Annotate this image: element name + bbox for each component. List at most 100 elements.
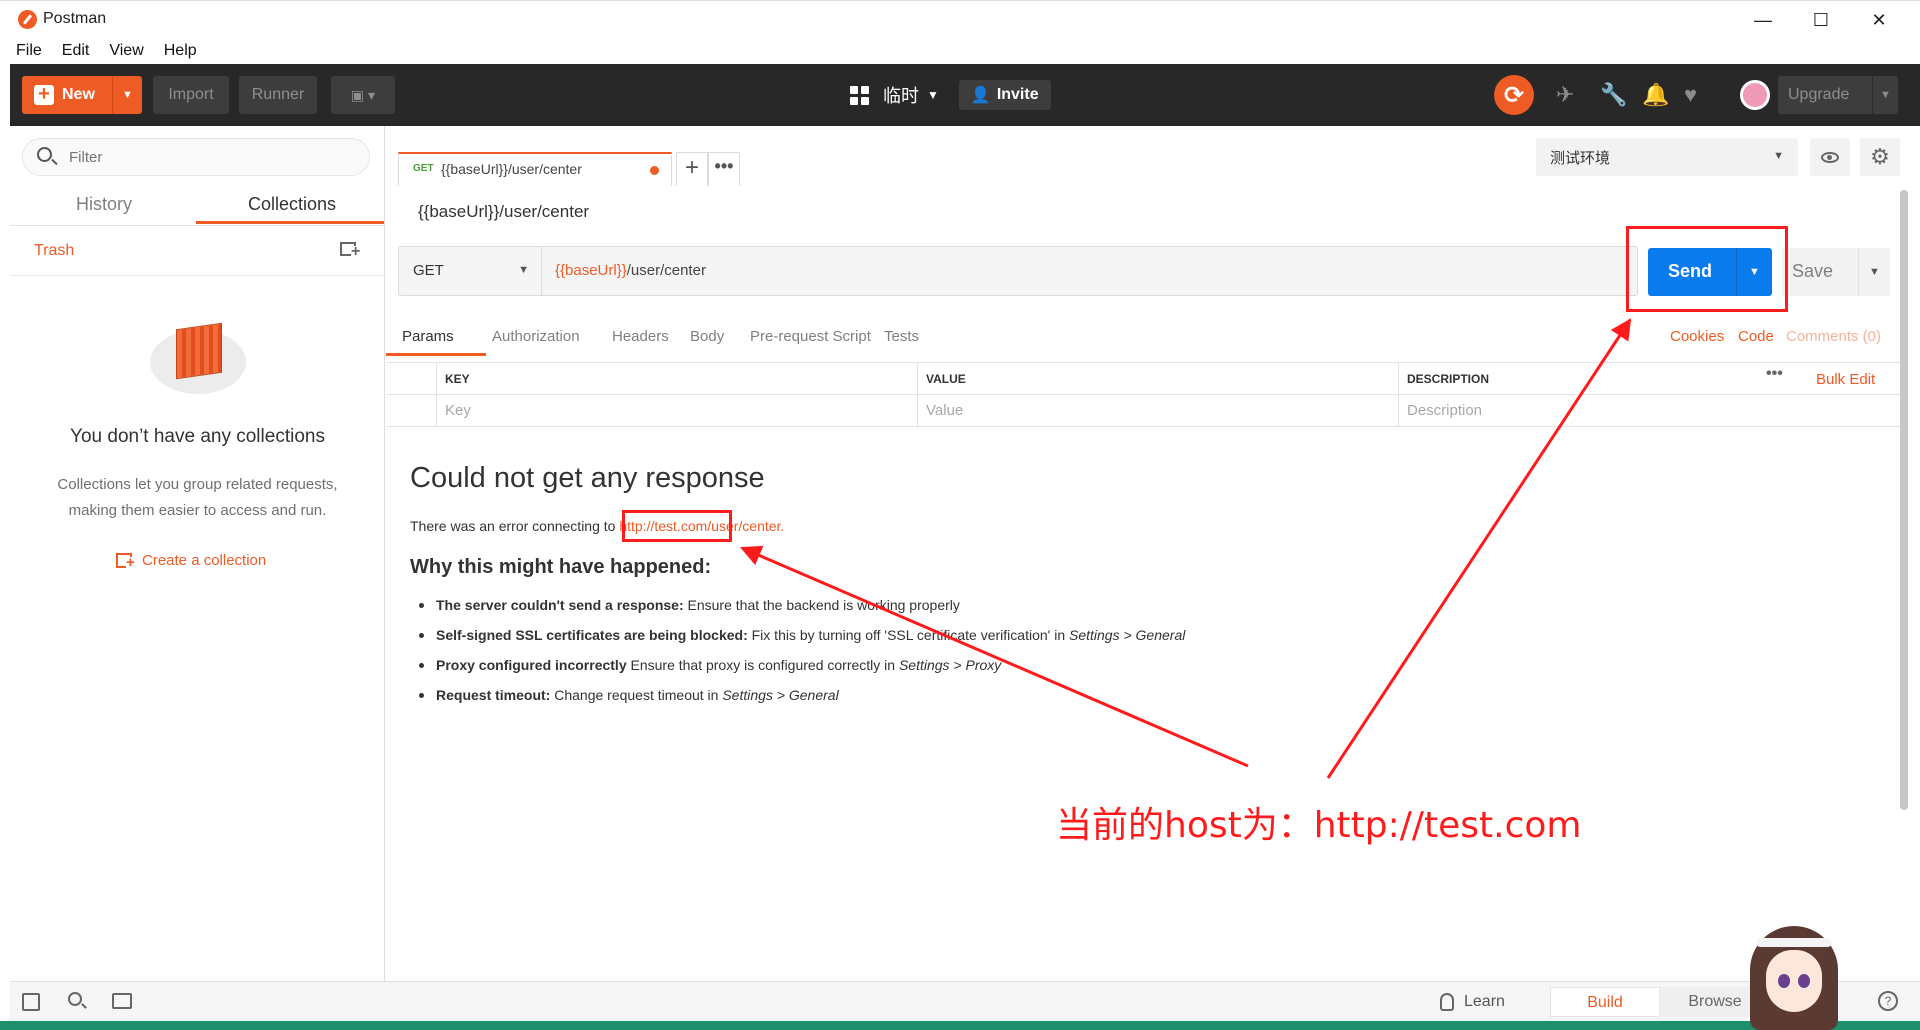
value-input[interactable]: Value <box>917 395 1398 426</box>
why-title: Why this might have happened: <box>410 556 712 578</box>
learn-button[interactable]: Learn <box>1440 993 1505 1011</box>
response-panel: Could not get any response There was an … <box>410 462 1185 703</box>
new-dropdown-button[interactable]: ▼ <box>112 76 142 114</box>
postman-logo-icon <box>18 10 37 29</box>
list-item: Proxy configured incorrectly Ensure that… <box>410 650 1310 680</box>
method-select[interactable]: GET ▼ <box>399 247 542 295</box>
user-avatar[interactable] <box>1740 80 1770 110</box>
new-window-button[interactable]: ▣ ▾ <box>331 76 395 114</box>
help-icon[interactable]: ? <box>1878 991 1898 1011</box>
new-window-icon: ▣ ▾ <box>350 86 376 103</box>
wrench-icon[interactable]: 🔧 <box>1600 82 1627 108</box>
tab-collections[interactable]: Collections <box>198 194 386 215</box>
import-button[interactable]: Import <box>153 76 229 114</box>
trash-link[interactable]: Trash <box>34 242 74 260</box>
key-header: KEY <box>436 363 917 394</box>
tab-headers[interactable]: Headers <box>612 328 669 345</box>
find-icon[interactable] <box>68 992 82 1006</box>
code-link[interactable]: Code <box>1738 328 1774 345</box>
chevron-down-icon: ▼ <box>518 264 529 276</box>
maximize-button[interactable]: ☐ <box>1798 5 1844 35</box>
url-highlight-box <box>622 510 732 542</box>
menu-bar: File Edit View Help <box>10 38 1920 64</box>
toggle-sidebar-icon[interactable] <box>22 993 40 1011</box>
tab-body[interactable]: Body <box>690 328 724 345</box>
environment-name: 测试环境 <box>1550 150 1611 167</box>
build-toggle[interactable]: Build <box>1550 987 1660 1017</box>
reasons-list: The server couldn't send a response: Ens… <box>410 590 1310 710</box>
invite-button[interactable]: 👤 Invite <box>958 80 1051 110</box>
error-prefix: There was an error connecting to <box>410 518 620 534</box>
menu-view[interactable]: View <box>109 42 143 60</box>
description-input[interactable]: Description <box>1398 395 1902 426</box>
annotation-text: 当前的host为：http://test.com <box>1056 805 1582 846</box>
new-collection-icon <box>116 553 135 569</box>
tab-history[interactable]: History <box>10 194 198 215</box>
tab-authorization[interactable]: Authorization <box>492 328 580 345</box>
key-input[interactable]: Key <box>436 395 917 426</box>
save-dropdown-button[interactable]: ▼ <box>1858 248 1890 296</box>
plus-icon: + <box>34 84 54 105</box>
upgrade-dropdown-button[interactable]: ▼ <box>1872 76 1898 114</box>
more-options-icon[interactable]: ••• <box>1766 365 1783 383</box>
close-button[interactable]: ✕ <box>1856 5 1902 35</box>
sidebar-tabs: History Collections <box>10 186 385 226</box>
eye-icon <box>1821 151 1839 163</box>
console-icon[interactable] <box>112 993 132 1009</box>
comments-link[interactable]: Comments (0) <box>1786 328 1881 345</box>
tab-pre-request-script[interactable]: Pre-request Script <box>750 328 871 345</box>
invite-label: Invite <box>996 86 1039 103</box>
minimize-button[interactable]: — <box>1740 5 1786 35</box>
tab-tests[interactable]: Tests <box>884 328 919 345</box>
bulk-edit-link[interactable]: Bulk Edit <box>1816 371 1875 388</box>
environment-quick-look-button[interactable] <box>1810 138 1850 176</box>
menu-edit[interactable]: Edit <box>62 42 90 60</box>
status-bar: Learn Build Browse ? <box>10 981 1920 1021</box>
new-collection-icon[interactable] <box>340 242 361 258</box>
response-error: There was an error connecting to http://… <box>410 518 1110 534</box>
empty-collections-illustration <box>150 320 246 398</box>
request-tab[interactable]: GET {{baseUrl}}/user/center <box>398 152 672 186</box>
learn-label: Learn <box>1464 993 1505 1010</box>
cookies-link[interactable]: Cookies <box>1670 328 1724 345</box>
empty-description: Collections let you group related reques… <box>30 472 365 524</box>
satellite-icon[interactable]: ✈ <box>1556 82 1574 108</box>
bell-icon[interactable]: 🔔 <box>1642 82 1669 108</box>
request-tab-method: GET <box>413 163 434 174</box>
menu-file[interactable]: File <box>16 42 42 60</box>
add-tab-button[interactable]: + <box>676 152 708 186</box>
heart-icon[interactable]: ♥ <box>1684 82 1697 108</box>
request-name[interactable]: {{baseUrl}}/user/center <box>418 202 589 222</box>
save-label: Save <box>1792 261 1834 281</box>
save-button[interactable]: Save ▼ <box>1782 248 1890 296</box>
upgrade-button[interactable]: Upgrade ▼ <box>1778 76 1898 114</box>
new-button[interactable]: + New ▼ <box>22 76 142 114</box>
environment-select[interactable]: 测试环境 ▼ <box>1536 138 1798 176</box>
create-collection-label: Create a collection <box>142 552 267 569</box>
window-frame <box>0 38 10 1021</box>
url-input[interactable]: {{baseUrl}}/user/center <box>555 262 706 279</box>
menu-help[interactable]: Help <box>164 42 197 60</box>
trash-row[interactable]: Trash <box>10 228 385 276</box>
manage-environments-button[interactable]: ⚙ <box>1860 138 1900 176</box>
unsaved-dot-icon[interactable] <box>650 166 659 175</box>
send-highlight-box <box>1626 226 1788 312</box>
workspace-switcher[interactable]: 临时 ▼ 👤 Invite <box>850 76 1051 114</box>
filter-input[interactable] <box>69 147 349 167</box>
tab-params[interactable]: Params <box>402 328 454 345</box>
filter-box[interactable] <box>22 138 370 176</box>
runner-button[interactable]: Runner <box>239 76 317 114</box>
anime-mascot <box>1744 918 1844 1030</box>
request-tab-url: {{baseUrl}}/user/center <box>441 161 582 177</box>
workspace-name: 临时 <box>883 86 919 106</box>
empty-desc-line1: Collections let you group related reques… <box>57 476 338 493</box>
method-value: GET <box>413 262 444 279</box>
active-tab-indicator <box>196 221 384 224</box>
more-tabs-button[interactable]: ••• <box>708 152 740 186</box>
workspace-grid-icon <box>850 85 869 105</box>
gear-icon: ⚙ <box>1870 144 1890 169</box>
create-collection-link[interactable]: Create a collection <box>116 552 266 569</box>
url-path: /user/center <box>626 262 706 279</box>
scrollbar[interactable] <box>1900 190 1908 810</box>
sync-icon[interactable]: ⟳ <box>1494 75 1534 115</box>
